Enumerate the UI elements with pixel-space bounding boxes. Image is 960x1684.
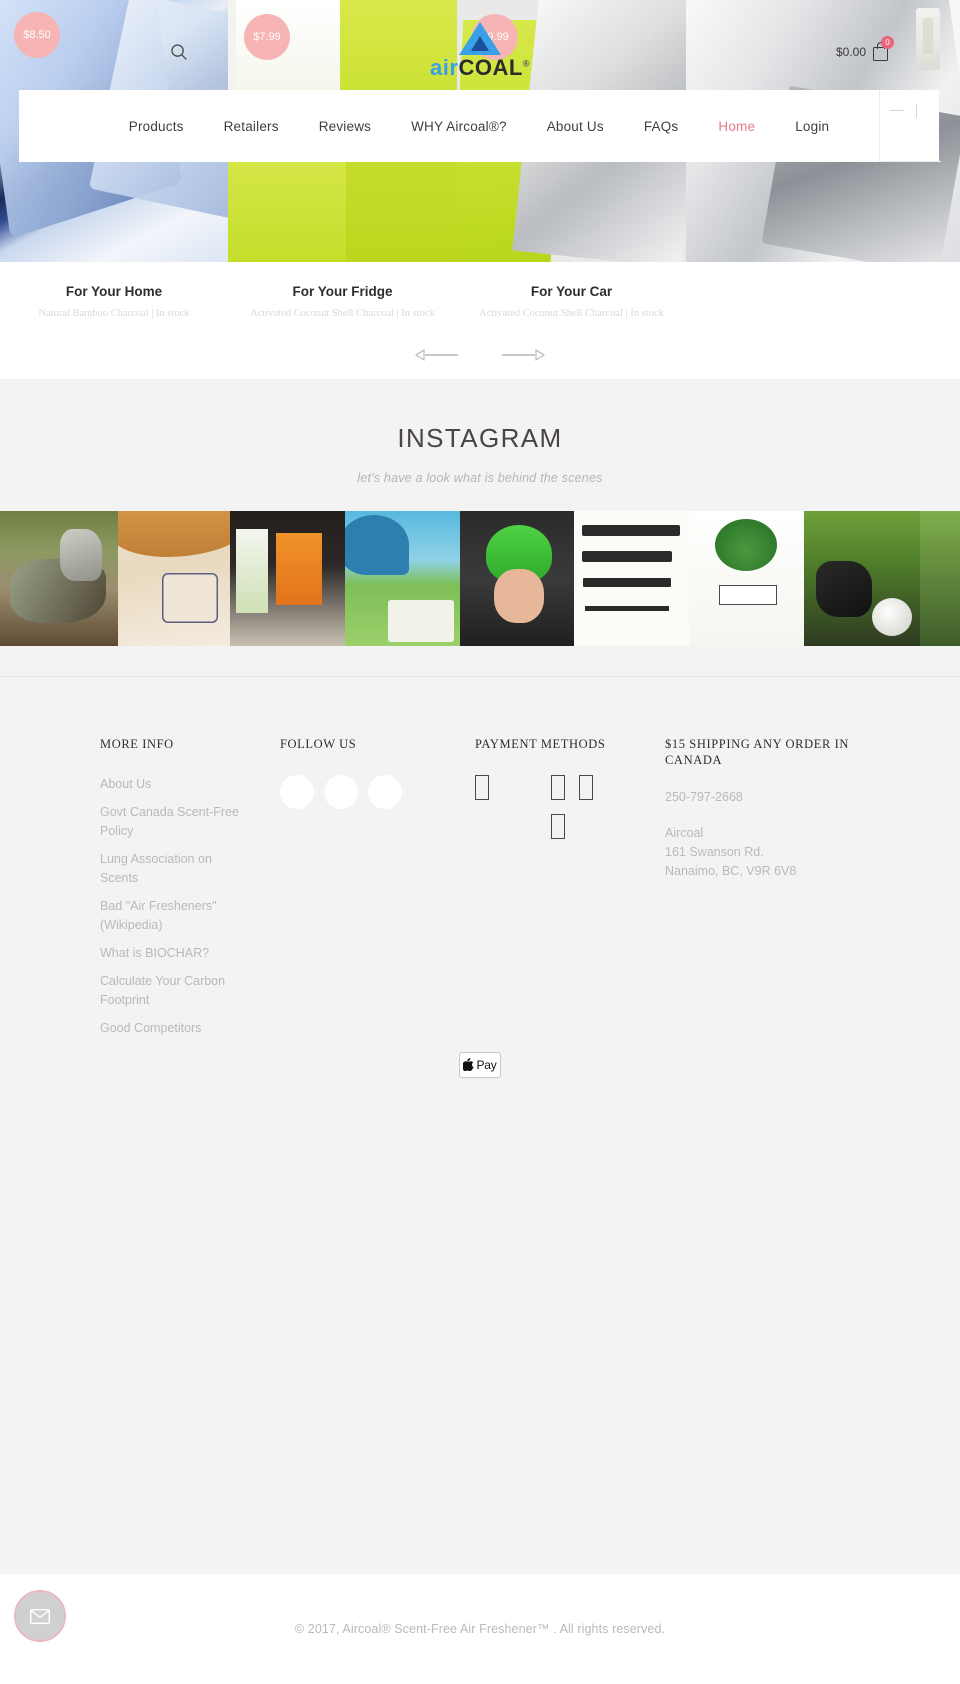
footer-link-govt-canada-policy[interactable]: Govt Canada Scent-Free Policy <box>100 803 240 841</box>
carousel-captions: For Your Home Natural Bamboo Charcoal | … <box>0 262 960 319</box>
instagram-photo[interactable] <box>804 511 920 646</box>
instagram-photo[interactable] <box>574 511 689 646</box>
facebook-icon[interactable] <box>280 774 314 809</box>
footer-columns: MORE INFO About Us Govt Canada Scent-Fre… <box>0 737 960 1047</box>
nav-item-home[interactable]: Home <box>698 119 775 134</box>
product-caption-fridge[interactable]: For Your Fridge Activated Coconut Shell … <box>228 284 457 319</box>
product-bottle-decor <box>916 8 940 70</box>
product-title: For Your Home <box>65 284 163 299</box>
payment-icon-1 <box>475 774 489 800</box>
footer-phone[interactable]: 250-797-2668 <box>665 790 865 804</box>
nav-list: Products Retailers Reviews WHY Aircoal®?… <box>109 119 850 134</box>
apple-pay-button[interactable]: Pay <box>459 1052 501 1078</box>
price-badge-car: $9.99 <box>472 14 518 60</box>
payment-icon-2 <box>551 774 565 800</box>
instagram-photo[interactable] <box>230 511 345 646</box>
product-title: For Your Car <box>530 284 613 299</box>
site-footer: MORE INFO About Us Govt Canada Scent-Fre… <box>0 676 960 1574</box>
chat-widget-button[interactable] <box>14 1590 66 1642</box>
footer-column-follow-us: FOLLOW US <box>280 737 475 1047</box>
instagram-photo[interactable] <box>0 511 118 646</box>
instagram-photo[interactable] <box>460 511 574 646</box>
footer-column-more-info: MORE INFO About Us Govt Canada Scent-Fre… <box>100 737 280 1047</box>
nav-item-reviews[interactable]: Reviews <box>299 119 391 134</box>
copyright-text: © 2017, Aircoal® Scent-Free Air Freshene… <box>294 1622 666 1636</box>
footer-heading-more-info: MORE INFO <box>100 737 174 751</box>
payment-icons-row-1 <box>475 774 605 814</box>
instagram-photo[interactable] <box>118 511 230 646</box>
footer-link-carbon-footprint[interactable]: Calculate Your Carbon Footprint <box>100 972 240 1010</box>
nav-item-retailers[interactable]: Retailers <box>204 119 299 134</box>
footer-heading-follow-us: FOLLOW US <box>280 737 357 751</box>
social-links <box>280 774 475 809</box>
instagram-title: INSTAGRAM <box>397 423 563 453</box>
nav-item-login[interactable]: Login <box>775 119 849 134</box>
carousel-next-arrow-icon[interactable] <box>501 348 545 362</box>
product-caption-home[interactable]: For Your Home Natural Bamboo Charcoal | … <box>0 284 228 319</box>
shopping-bag-icon: 0 <box>873 36 894 61</box>
nav-item-products[interactable]: Products <box>109 119 204 134</box>
nav-item-faqs[interactable]: FAQs <box>624 119 699 134</box>
footer-column-shipping: $15 SHIPPING ANY ORDER IN CANADA 250-797… <box>665 737 865 1047</box>
apple-logo-icon <box>462 1057 475 1073</box>
instagram-photo[interactable] <box>920 511 960 646</box>
product-title: For Your Fridge <box>292 284 393 299</box>
hero-carousel: $8.50 $7.99 $9.99 airCOAL® $0.00 0 Produ… <box>0 0 960 262</box>
footer-link-about-us[interactable]: About Us <box>100 775 240 794</box>
footer-link-lung-association[interactable]: Lung Association on Scents <box>100 850 240 888</box>
cart-total: $0.00 <box>835 44 866 59</box>
instagram-photo-strip <box>0 511 960 646</box>
product-meta: Activated Coconut Shell Charcoal | In st… <box>250 308 435 319</box>
payment-icon-4 <box>551 813 565 839</box>
apple-pay-label: Pay <box>476 1058 497 1072</box>
twitter-icon[interactable] <box>324 774 358 809</box>
price-badge-fridge: $7.99 <box>244 14 290 60</box>
product-meta: Activated Coconut Shell Charcoal | In st… <box>479 308 664 319</box>
footer-address-line-1: 161 Swanson Rd. <box>665 845 764 860</box>
apple-pay-container: Pay <box>0 1052 960 1078</box>
main-navigation: Products Retailers Reviews WHY Aircoal®?… <box>19 90 941 162</box>
payment-icon-3 <box>579 774 593 800</box>
instagram-icon[interactable] <box>368 774 402 809</box>
price-badge-home: $8.50 <box>14 12 60 58</box>
nav-item-about-us[interactable]: About Us <box>527 119 624 134</box>
footer-link-good-competitors[interactable]: Good Competitors <box>100 1019 240 1038</box>
copyright-band: © 2017, Aircoal® Scent-Free Air Freshene… <box>0 1574 960 1684</box>
footer-column-payment-methods: PAYMENT METHODS <box>475 737 665 1047</box>
footer-heading-payment-methods: PAYMENT METHODS <box>475 737 606 751</box>
cart-button[interactable]: $0.00 0 <box>835 36 894 61</box>
footer-address-line-2: Nanaimo, BC, V9R 6V8 <box>665 864 797 879</box>
nav-item-why-aircoal[interactable]: WHY Aircoal®? <box>391 119 527 134</box>
carousel-controls <box>0 319 960 379</box>
footer-company-name: Aircoal <box>665 826 704 841</box>
nav-corner-decor <box>879 90 941 162</box>
payment-icons-row-2 <box>475 813 605 853</box>
footer-link-what-is-biochar[interactable]: What is BIOCHAR? <box>100 944 240 963</box>
footer-heading-shipping: $15 SHIPPING ANY ORDER IN CANADA <box>665 737 849 767</box>
instagram-photo[interactable] <box>345 511 460 646</box>
footer-link-bad-air-fresheners[interactable]: Bad "Air Fresheners" (Wikipedia) <box>100 897 240 935</box>
instagram-subtitle: let's have a look what is behind the sce… <box>357 471 603 485</box>
instagram-photo[interactable] <box>689 511 804 646</box>
cart-count-badge: 0 <box>881 36 894 49</box>
carousel-prev-arrow-icon[interactable] <box>415 348 459 362</box>
product-meta: Natural Bamboo Charcoal | In stock <box>38 308 190 319</box>
search-icon[interactable] <box>170 43 188 61</box>
envelope-icon <box>30 1608 50 1624</box>
instagram-spacer <box>0 646 960 676</box>
instagram-section: INSTAGRAM let's have a look what is behi… <box>0 379 960 676</box>
product-caption-car[interactable]: For Your Car Activated Coconut Shell Cha… <box>457 284 686 319</box>
